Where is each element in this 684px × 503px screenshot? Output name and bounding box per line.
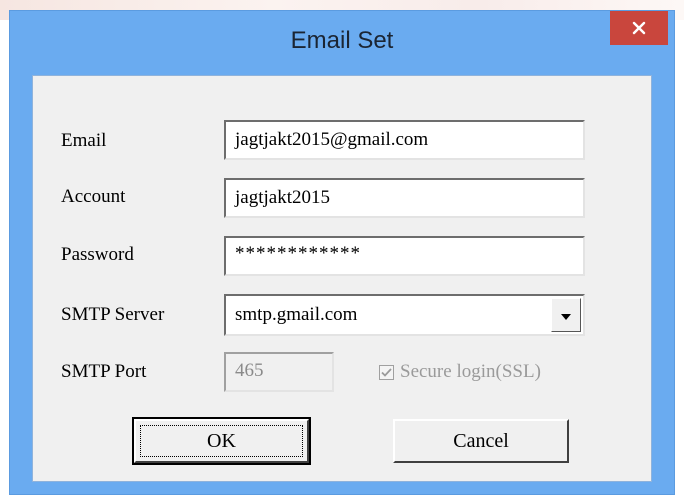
email-field[interactable]: jagtjakt2015@gmail.com <box>224 120 585 160</box>
smtp-server-value: smtp.gmail.com <box>235 304 358 325</box>
focus-rectangle <box>140 425 303 457</box>
password-field[interactable]: ************ <box>224 236 585 276</box>
cancel-label: Cancel <box>453 429 509 452</box>
cancel-button[interactable]: Cancel <box>393 419 569 463</box>
check-icon <box>381 361 392 383</box>
title-bar[interactable]: Email Set <box>10 11 674 75</box>
close-icon <box>632 21 646 35</box>
smtp-server-select[interactable]: smtp.gmail.com <box>224 294 585 336</box>
ssl-checkbox <box>379 364 394 380</box>
email-label: Email <box>61 130 107 151</box>
window-title: Email Set <box>290 27 394 54</box>
ssl-option: Secure login(SSL) <box>379 361 541 383</box>
dialog-client-area: Email jagtjakt2015@gmail.com Account jag… <box>32 75 652 482</box>
chevron-down-icon <box>561 304 571 326</box>
password-label: Password <box>61 244 134 265</box>
account-field[interactable]: jagtjakt2015 <box>224 178 585 218</box>
close-button[interactable] <box>610 11 668 45</box>
ssl-label: Secure login(SSL) <box>400 361 541 382</box>
smtp-server-label: SMTP Server <box>61 304 165 325</box>
dropdown-button[interactable] <box>551 298 581 332</box>
smtp-port-label: SMTP Port <box>61 361 147 382</box>
account-label: Account <box>61 186 126 207</box>
ok-button[interactable]: OK <box>132 417 311 465</box>
email-set-dialog: Email Set Email jagtjakt2015@gmail.com A… <box>9 10 675 495</box>
smtp-port-field: 465 <box>224 352 334 392</box>
